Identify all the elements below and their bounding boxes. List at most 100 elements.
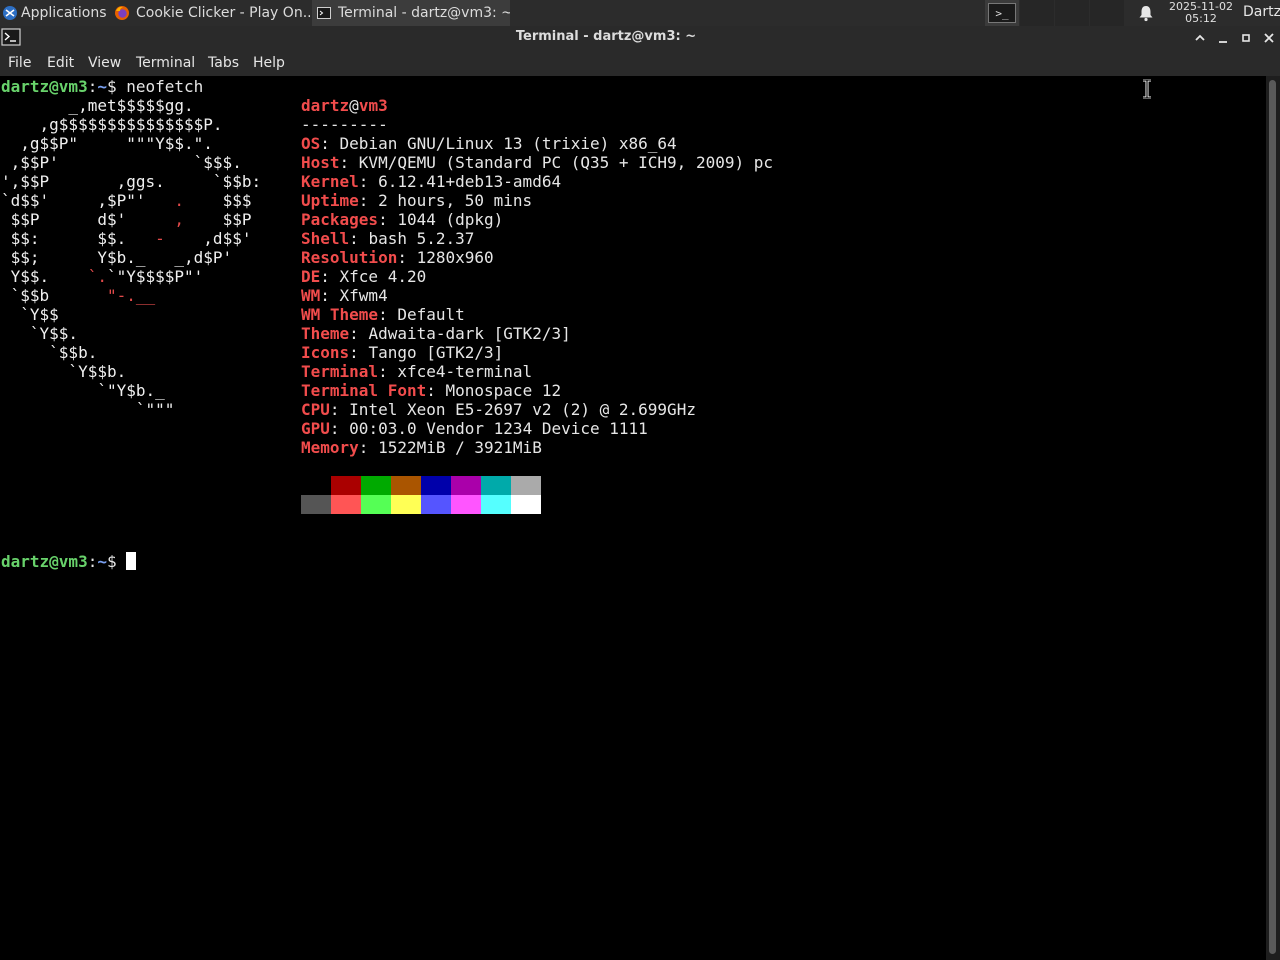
info-row: WM: Xfwm4 — [301, 286, 388, 305]
workspace-1[interactable]: >_ — [985, 0, 1019, 26]
minimize-button[interactable] — [1214, 29, 1232, 47]
info-key: OS — [301, 134, 321, 153]
logo-line: ',$$P ,ggs. `$$b: — [1, 172, 262, 191]
info-value: 6.12.41+deb13-amd64 — [378, 172, 562, 191]
taskbar-item-label: Cookie Clicker - Play On... — [136, 5, 310, 21]
top-panel: Applications ☰ Cookie Clicker - Play On.… — [0, 0, 1280, 26]
info-colon: : — [378, 305, 398, 324]
color-swatch — [451, 476, 481, 495]
info-row: Uptime: 2 hours, 50 mins — [301, 191, 532, 210]
logo-line: $$P d$' , $$P — [1, 210, 252, 229]
info-value: 1522MiB / 3921MiB — [378, 438, 542, 457]
info-value: Xfwm4 — [339, 286, 388, 305]
info-row: Terminal: xfce4-terminal — [301, 362, 532, 381]
workspace-4[interactable] — [1090, 0, 1124, 26]
menu-file[interactable]: File — [8, 55, 31, 71]
info-host: vm3 — [358, 96, 388, 115]
logo-line: Y$$. `.`"Y$$$$P"' — [1, 267, 204, 286]
chevron-up-icon — [1195, 34, 1205, 41]
prompt-colon: : — [87, 77, 98, 96]
applications-menu-button[interactable]: Applications ☰ — [0, 0, 108, 26]
color-swatch — [481, 495, 511, 514]
logo-line: `Y$$. — [1, 324, 79, 343]
ibeam-cursor-icon — [1143, 79, 1151, 99]
maximize-button[interactable] — [1237, 29, 1255, 47]
logo-line: ,$$P' `$$$. — [1, 153, 242, 172]
info-row: Kernel: 6.12.41+deb13-amd64 — [301, 172, 561, 191]
roll-up-button[interactable] — [1191, 29, 1209, 47]
prompt-user: dartz@vm3 — [1, 77, 88, 96]
info-colon: : — [358, 191, 379, 210]
menu-help[interactable]: Help — [253, 55, 285, 71]
info-row: GPU: 00:03.0 Vendor 1234 Device 1111 — [301, 419, 648, 438]
info-colon: : — [329, 400, 350, 419]
color-swatch — [511, 476, 541, 495]
color-palette-row-1 — [301, 476, 541, 495]
terminal-output[interactable]: dartz@vm3:~$ neofetch _,met$$$$$gg. ,g$$… — [0, 76, 1266, 960]
logo-line: `"Y$b._ — [1, 381, 165, 400]
prompt-dir: ~ — [97, 77, 107, 96]
info-colon: : — [378, 362, 398, 381]
info-key: Kernel — [301, 172, 359, 191]
info-value: 1280x960 — [416, 248, 494, 267]
prompt-user: dartz@vm3 — [1, 552, 88, 571]
info-colon: : — [349, 229, 369, 248]
command-line: dartz@vm3:~$ neofetch — [1, 77, 203, 96]
active-prompt-line[interactable]: dartz@vm3:~$ — [1, 552, 137, 571]
info-row: OS: Debian GNU/Linux 13 (trixie) x86_64 — [301, 134, 677, 153]
info-row: Memory: 1522MiB / 3921MiB — [301, 438, 542, 457]
info-header: dartz@vm3 — [301, 96, 388, 115]
close-button[interactable] — [1260, 29, 1278, 47]
info-row: Icons: Tango [GTK2/3] — [301, 343, 503, 362]
prompt-colon: : — [87, 552, 98, 571]
taskbar-item-terminal[interactable]: Terminal - dartz@vm3: ~ — [312, 0, 510, 26]
notification-bell-icon[interactable] — [1136, 4, 1156, 22]
scrollbar-thumb[interactable] — [1269, 80, 1276, 954]
logo-line: $$; Y$b._ _,d$P' — [1, 248, 233, 267]
info-colon: : — [426, 381, 446, 400]
workspace-3[interactable] — [1055, 0, 1089, 26]
info-at: @ — [349, 96, 359, 115]
info-value: Default — [397, 305, 465, 324]
info-row: Theme: Adwaita-dark [GTK2/3] — [301, 324, 571, 343]
info-key: Icons — [301, 343, 350, 362]
color-swatch — [361, 495, 391, 514]
logo-line: _,met$$$$$gg. — [1, 96, 194, 115]
info-value: xfce4-terminal — [397, 362, 533, 381]
info-user: dartz — [301, 96, 350, 115]
applications-label: Applications ☰ — [21, 5, 108, 21]
workspace-2[interactable] — [1020, 0, 1054, 26]
info-key: Memory — [301, 438, 359, 457]
logo-line: ,g$$$$$$$$$$$$$$$P. — [1, 115, 223, 134]
prompt-dollar: $ — [106, 77, 127, 96]
color-swatch — [481, 476, 511, 495]
window-titlebar[interactable]: Terminal - dartz@vm3: ~ — [0, 26, 1280, 50]
prompt-dir: ~ — [97, 552, 107, 571]
workspace-switcher: >_ — [984, 0, 1124, 26]
info-value: Tango [GTK2/3] — [368, 343, 504, 362]
info-key: Host — [301, 153, 340, 172]
info-value: KVM/QEMU (Standard PC (Q35 + ICH9, 2009)… — [358, 153, 774, 172]
menu-view[interactable]: View — [88, 55, 121, 71]
info-key: CPU — [301, 400, 330, 419]
window-title: Terminal - dartz@vm3: ~ — [515, 29, 697, 44]
user-menu[interactable]: Dartz — [1243, 4, 1280, 20]
info-colon: : — [397, 248, 417, 267]
menu-tabs[interactable]: Tabs — [208, 55, 239, 71]
info-colon: : — [320, 267, 340, 286]
info-colon: : — [349, 324, 369, 343]
clock-time: 05:12 — [1185, 12, 1217, 25]
info-colon: : — [339, 153, 359, 172]
info-key: DE — [301, 267, 321, 286]
color-swatch — [301, 476, 331, 495]
info-key: WM — [301, 286, 321, 305]
info-key: Packages — [301, 210, 379, 229]
taskbar-item-cookie-clicker[interactable]: Cookie Clicker - Play On... — [110, 0, 310, 26]
command-text: neofetch — [126, 77, 204, 96]
menu-edit[interactable]: Edit — [47, 55, 74, 71]
panel-clock[interactable]: 2025-11-02 05:12 — [1166, 1, 1236, 25]
logo-line: `d$$' ,$P"' . $$$ — [1, 191, 252, 210]
terminal-scrollbar[interactable] — [1266, 76, 1280, 960]
logo-line: `Y$$b. — [1, 362, 127, 381]
menu-terminal[interactable]: Terminal — [136, 55, 195, 71]
